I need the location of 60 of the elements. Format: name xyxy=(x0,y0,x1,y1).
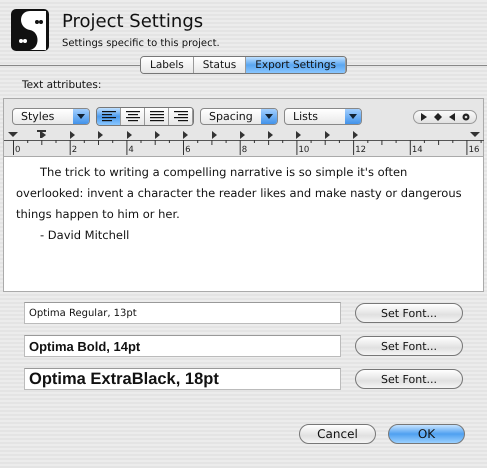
ruler-label: 0 xyxy=(15,145,20,155)
ruler-label: 8 xyxy=(242,145,248,155)
align-right-icon xyxy=(174,111,188,122)
ruler-label: 10 xyxy=(298,145,310,155)
caret-icon xyxy=(264,113,274,120)
tab-stop-icon xyxy=(70,131,75,139)
font-preview-field[interactable]: Optima ExtraBlack, 18pt xyxy=(24,368,341,390)
dropdown[interactable]: Spacing xyxy=(200,108,278,125)
tab-stop-icon xyxy=(324,131,330,139)
diamond-icon xyxy=(434,112,442,120)
align-left-button[interactable] xyxy=(97,108,121,125)
paragraph: - David Mitchell xyxy=(39,227,130,244)
tab-stop-icon xyxy=(240,131,245,139)
ruler-label: 14 xyxy=(412,145,423,155)
dropdown[interactable]: Lists xyxy=(284,108,362,125)
set-font-button[interactable]: Set Font... xyxy=(355,303,463,323)
cancel-button[interactable]: Cancel xyxy=(299,424,376,444)
align-center-button[interactable] xyxy=(121,108,145,125)
indent-marker-icon xyxy=(8,132,18,137)
ok-button[interactable]: OK xyxy=(388,424,465,444)
circle-icon xyxy=(462,112,470,120)
paragraph: The trick to writing a compelling narrative is so simple it's often overlooked: invent a character the reader likes and make nasty or dangerous things happen to him or her. xyxy=(16,164,463,223)
dropdown[interactable]: Styles xyxy=(12,108,90,125)
tab-stop-icon xyxy=(353,131,358,139)
caret-icon xyxy=(76,113,86,120)
align-justify-icon xyxy=(150,111,164,122)
ruler-label: 16 xyxy=(468,145,480,155)
tab-stop-icon xyxy=(126,131,132,139)
tab-stop-icon xyxy=(183,131,188,139)
window-title: Project Settings xyxy=(62,11,204,32)
text-editor[interactable]: The trick to writing a compelling narrative is so simple it's often overlooked: invent a character the reader likes and make nasty or dangerous things happen to him or her. - David Mitchell xyxy=(4,156,483,291)
align-right-button[interactable] xyxy=(169,108,193,125)
align-center-icon xyxy=(126,111,140,122)
align-left-icon xyxy=(102,111,116,122)
tab[interactable]: Export Settings xyxy=(246,57,346,73)
app-logo-icon xyxy=(10,8,50,52)
tab-stop-icon xyxy=(296,131,302,139)
ruler-label: 12 xyxy=(355,145,366,155)
set-font-button[interactable]: Set Font... xyxy=(355,369,463,389)
font-preview-field[interactable]: Optima Bold, 14pt xyxy=(24,335,341,357)
ruler-label: 6 xyxy=(185,145,191,155)
tab[interactable]: Status xyxy=(194,57,246,73)
set-font-button[interactable]: Set Font... xyxy=(355,336,463,356)
subtitle: Settings specific to this project. xyxy=(62,38,220,49)
play-icon xyxy=(420,112,428,120)
font-preview-field[interactable]: Optima Regular, 13pt xyxy=(24,302,341,324)
alignment-control[interactable] xyxy=(96,107,194,126)
tab-stop-icon xyxy=(154,131,160,139)
tab-stop-icon xyxy=(212,131,216,139)
ruler-label: 2 xyxy=(72,145,78,155)
align-justify-button[interactable] xyxy=(145,108,169,125)
tab[interactable]: Labels xyxy=(140,57,194,73)
section-label: Text attributes: xyxy=(21,78,102,93)
right-margin-marker-icon xyxy=(470,132,480,137)
triangle-left-icon xyxy=(448,112,456,120)
ruler-label: 4 xyxy=(128,145,134,155)
tab-stop-icon xyxy=(37,130,46,138)
tab-stop-icon xyxy=(98,131,104,139)
caret-icon xyxy=(348,113,358,120)
tab-stop-icon xyxy=(268,131,274,139)
